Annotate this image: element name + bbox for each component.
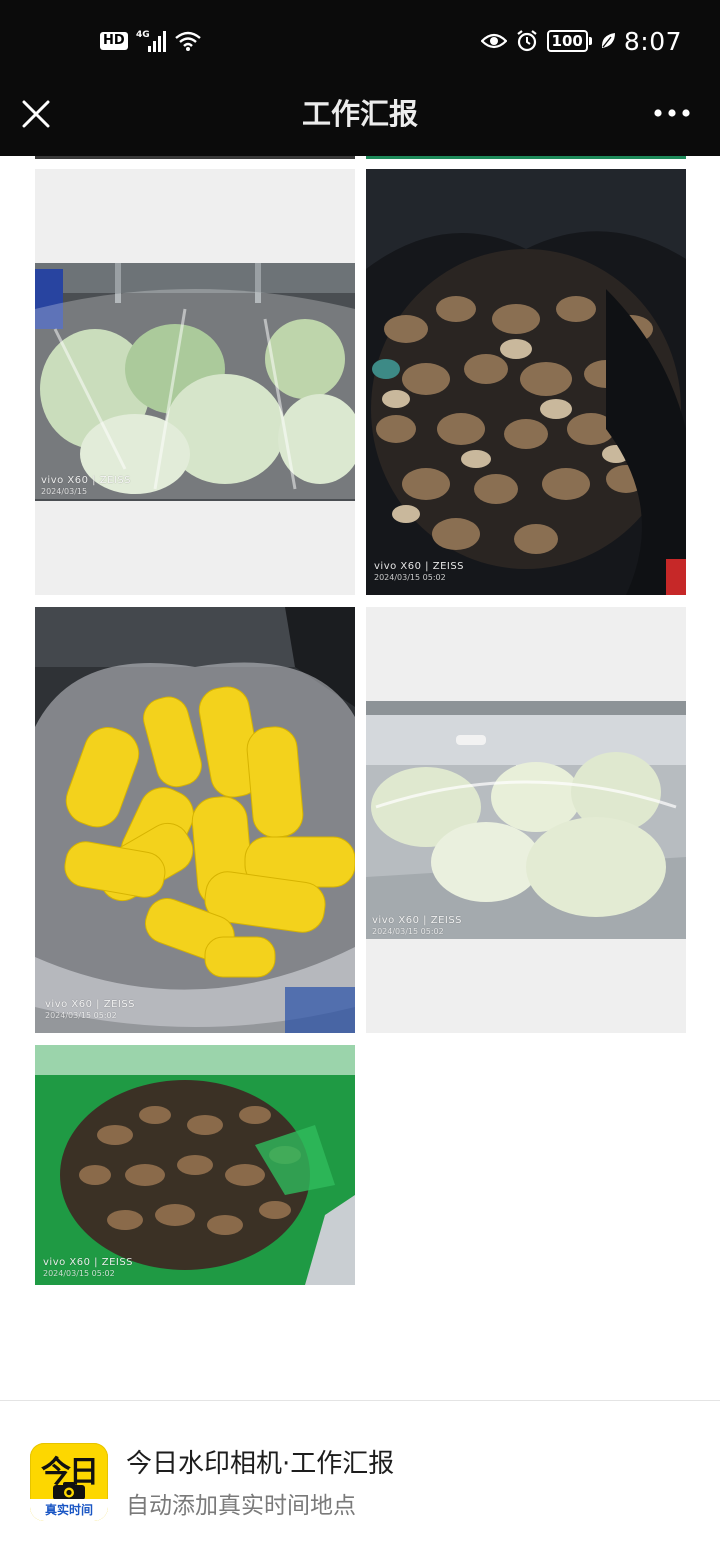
network-type-label: 4G (136, 30, 150, 40)
more-icon[interactable] (652, 98, 692, 128)
photo-napa-cabbage[interactable]: vivo X60 | ZEISS 2024/03/15 05:02 (366, 607, 686, 1033)
corn-image (35, 607, 355, 1033)
wifi-icon (174, 31, 201, 51)
status-right: 100 8:07 (480, 24, 682, 58)
banner-subtitle: 自动添加真实时间地点 (126, 1493, 356, 1519)
cabbage-bags-image (35, 263, 355, 595)
photo-mushrooms[interactable]: vivo X60 | ZEISS 2024/03/15 05:02 (366, 169, 686, 595)
leaf-icon (601, 33, 615, 48)
photo-watermark: vivo X60 | ZEISS 2024/03/15 05:02 (372, 915, 463, 936)
signal-icon: 4G (136, 30, 166, 52)
app-logo-icon[interactable]: 今日 真实时间 (30, 1443, 108, 1521)
photo-watermark: vivo X60 | ZEISS 2024/03/15 05:02 (374, 561, 465, 582)
status-bar: HD 4G 100 8:07 (0, 0, 720, 84)
photo-corn[interactable]: vivo X60 | ZEISS 2024/03/15 05:02 (35, 607, 355, 1033)
photo-watermark: vivo X60 | ZEISS 2024/03/15 05:02 (43, 1257, 134, 1278)
photo-ginger[interactable]: vivo X60 | ZEISS 2024/03/15 05:02 (35, 1045, 355, 1285)
status-time: 8:07 (623, 26, 682, 56)
ginger-image (35, 1045, 355, 1285)
nav-bar: 工作汇报 (0, 84, 720, 156)
camera-icon (53, 1482, 85, 1500)
app-promo-banner[interactable]: 今日 真实时间 今日水印相机·工作汇报 自动添加真实时间地点 (0, 1400, 720, 1561)
photo-partial-right[interactable] (366, 156, 686, 159)
photo-partial-left[interactable] (35, 156, 355, 159)
napa-cabbage-image (366, 701, 686, 1033)
app-icon-strip-text: 真实时间 (30, 1499, 108, 1521)
battery-level: 100 (546, 30, 588, 52)
mushrooms-image (366, 169, 686, 595)
photo-watermark: vivo X60 | ZEISS 2024/03/15 (41, 475, 132, 496)
status-left: HD 4G (100, 26, 202, 56)
photo-grid: vivo X60 | ZEISS 2024/03/15 vivo X60 | Z… (0, 156, 720, 1400)
alarm-icon (516, 30, 537, 52)
eye-icon (480, 33, 507, 49)
photo-watermark: vivo X60 | ZEISS 2024/03/15 05:02 (45, 999, 136, 1020)
battery-icon: 100 (546, 30, 592, 52)
hd-badge: HD (100, 32, 128, 50)
page-title: 工作汇报 (301, 97, 418, 131)
banner-title[interactable]: 今日水印相机·工作汇报 (126, 1443, 394, 1480)
photo-cabbage-bags[interactable]: vivo X60 | ZEISS 2024/03/15 (35, 169, 355, 595)
